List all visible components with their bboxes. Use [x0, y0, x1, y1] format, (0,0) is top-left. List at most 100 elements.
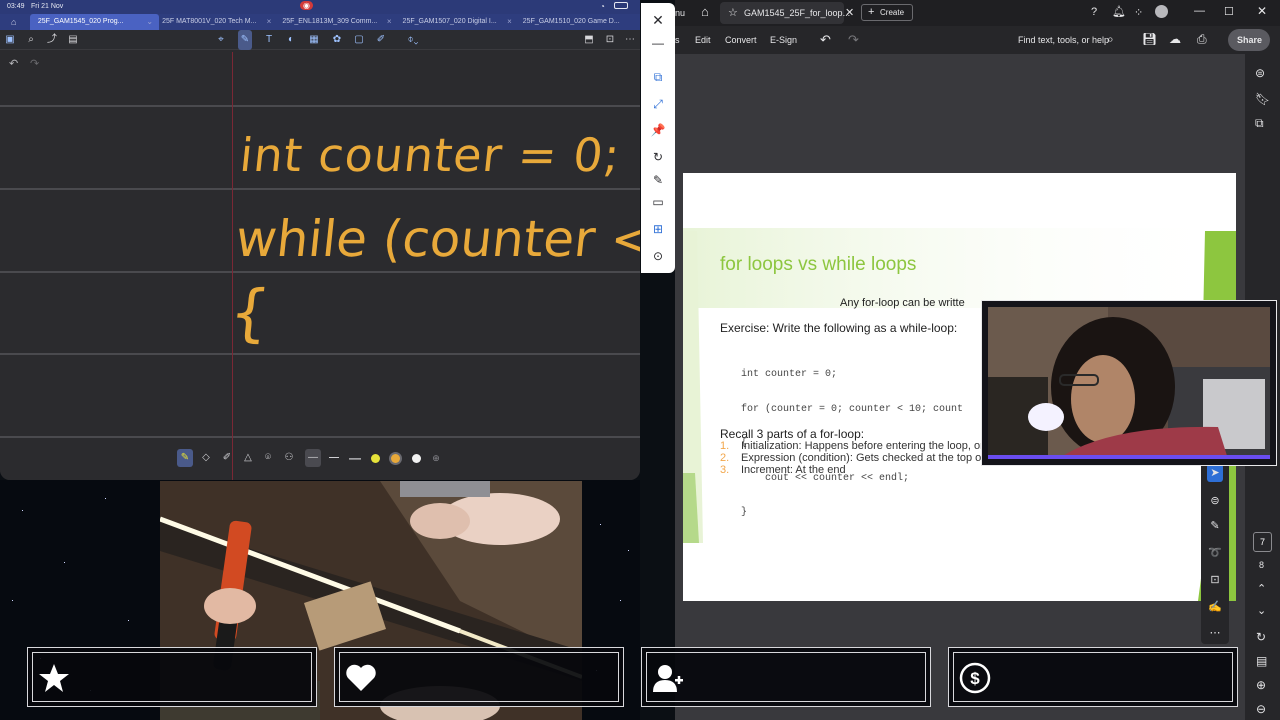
- elements-icon[interactable]: ⚇: [281, 449, 297, 467]
- edit-icon[interactable]: ✎: [649, 171, 667, 189]
- lasso-icon[interactable]: ⌖: [214, 30, 228, 50]
- screen-capture-icon[interactable]: ⧉: [649, 68, 667, 86]
- find-tools-label[interactable]: Find text, tools, or help: [1018, 35, 1109, 45]
- undo-icon[interactable]: ↶: [9, 57, 18, 70]
- list-number: 1.: [720, 440, 730, 452]
- close-icon[interactable]: ×: [507, 17, 512, 26]
- zoom-out-icon[interactable]: ⊖: [1256, 702, 1266, 716]
- more-icon[interactable]: ⋯: [623, 30, 637, 50]
- add-comment-icon[interactable]: ⊜: [1207, 492, 1223, 510]
- color-swatch-selected[interactable]: [391, 454, 400, 463]
- record-icon[interactable]: ⊙: [649, 247, 667, 265]
- minimize-icon[interactable]: —: [649, 34, 667, 52]
- comment-icon[interactable]: ⊜: [1255, 66, 1265, 80]
- add-color-icon[interactable]: ⊕: [428, 449, 444, 467]
- pages-icon[interactable]: ⧉: [1255, 116, 1264, 131]
- redo-icon[interactable]: ↷: [30, 57, 39, 70]
- menu-item-esign[interactable]: E-Sign: [770, 35, 797, 45]
- fullscreen-icon[interactable]: ⤢: [649, 95, 667, 113]
- text-box-icon[interactable]: ⊡: [1207, 571, 1223, 589]
- page-thumbnail-icon[interactable]: ▤: [1256, 654, 1267, 668]
- menu-label-partial[interactable]: nu: [675, 8, 685, 18]
- help-icon[interactable]: ?: [1091, 6, 1097, 18]
- menu-item-convert[interactable]: Convert: [725, 35, 757, 45]
- close-icon[interactable]: ×: [267, 17, 272, 26]
- chevron-down-icon[interactable]: ⌄: [1257, 604, 1266, 617]
- lasso-draw-icon[interactable]: ➰: [1207, 544, 1223, 562]
- highlighter-tool-icon[interactable]: ✐: [219, 449, 235, 467]
- menu-item-partial[interactable]: s: [675, 35, 680, 45]
- add-page-icon[interactable]: ⊡: [603, 30, 617, 50]
- search-icon[interactable]: ⌕: [1107, 32, 1114, 47]
- stroke-medium-icon[interactable]: —: [326, 449, 342, 467]
- star-outline-icon[interactable]: ☆: [728, 6, 738, 19]
- share-icon[interactable]: ⤴: [45, 30, 59, 50]
- note-page[interactable]: ↶ ↷ int counter = 0; while (counter < 10…: [0, 50, 640, 480]
- bell-icon[interactable]: 🔔︎: [1112, 5, 1126, 18]
- tab-enl1813m[interactable]: 25F_ENL1813M_309 Comm... ×: [279, 14, 399, 30]
- rectangle-icon[interactable]: ▭: [649, 193, 667, 211]
- document-tab[interactable]: ☆ GAM1545_25F_for_loop... ✕: [720, 2, 854, 24]
- pin-icon[interactable]: 📌: [649, 121, 667, 139]
- window-close-icon[interactable]: ✕: [1257, 4, 1267, 18]
- highlight-pen-icon[interactable]: ✎: [1207, 517, 1223, 535]
- code-line: }: [741, 507, 748, 518]
- tab-mat8001v[interactable]: 25F MAT8001V_020 Tech M... ×: [159, 14, 279, 30]
- chevron-up-icon[interactable]: ⌃: [1257, 582, 1266, 595]
- close-tab-icon[interactable]: ✕: [845, 6, 854, 19]
- acrobat-titlebar: nu ⌂ ☆ GAM1545_25F_for_loop... ✕ + Creat…: [675, 0, 1280, 26]
- avatar[interactable]: [1155, 5, 1168, 18]
- shapes-icon[interactable]: ◐: [284, 30, 298, 50]
- stroke-thin-icon[interactable]: —: [305, 449, 321, 467]
- note-icon[interactable]: ▢: [352, 30, 366, 50]
- tab-gam1510[interactable]: 25F_GAM1510_020 Game D...: [520, 14, 640, 30]
- lasso-tool-icon[interactable]: ⌾: [260, 449, 276, 467]
- rotate-icon[interactable]: ↻: [649, 148, 667, 166]
- menu-item-edit[interactable]: Edit: [695, 35, 711, 45]
- shape-tool-icon[interactable]: △: [240, 449, 256, 467]
- text-icon[interactable]: T: [262, 30, 276, 50]
- stroke-thick-icon[interactable]: —: [347, 449, 363, 467]
- close-icon[interactable]: ×: [387, 17, 392, 26]
- page-number-current[interactable]: 7: [1253, 532, 1272, 552]
- create-button[interactable]: + Create: [861, 4, 913, 21]
- apps-grid-icon[interactable]: ⁘: [1134, 6, 1143, 19]
- color-swatch[interactable]: [371, 454, 380, 463]
- close-icon[interactable]: ✕: [649, 11, 667, 29]
- svg-text:$: $: [970, 669, 980, 688]
- redo-icon[interactable]: ↷: [848, 32, 859, 48]
- sidebar-icon[interactable]: ▣: [3, 30, 17, 50]
- export-icon[interactable]: ⬒: [582, 30, 596, 50]
- chevron-down-icon[interactable]: ⌄: [146, 17, 153, 26]
- search-icon[interactable]: ⌕: [24, 30, 38, 50]
- upload-cloud-icon[interactable]: ☁: [1169, 32, 1181, 46]
- print-icon[interactable]: ⎙: [1197, 32, 1207, 47]
- sticker-icon[interactable]: ✿: [330, 30, 344, 50]
- eraser-icon[interactable]: ◇: [198, 449, 214, 467]
- image-icon[interactable]: ▦: [307, 30, 321, 50]
- select-cursor-icon[interactable]: ➤: [1207, 464, 1223, 482]
- zoom-in-icon[interactable]: ⊕: [1256, 678, 1266, 692]
- status-date: Fri 21 Nov: [31, 3, 64, 10]
- save-icon[interactable]: 💾︎: [1142, 32, 1157, 46]
- more-tools-icon[interactable]: ⋯: [1207, 624, 1223, 642]
- window-minimize-icon[interactable]: —: [1194, 5, 1205, 17]
- highlighter-icon[interactable]: ✐: [374, 30, 388, 50]
- pen-tool-icon[interactable]: ✎: [177, 449, 193, 467]
- sign-icon[interactable]: ✍: [1207, 598, 1223, 616]
- tab-gam1545[interactable]: 25F_GAM1545_020 Prog... ⌄: [29, 14, 160, 30]
- share-button[interactable]: Share: [1228, 29, 1270, 51]
- tab-gam1507[interactable]: 25F_GAM1507_020 Digital I... ×: [400, 14, 520, 30]
- crop-icon[interactable]: ⊞: [649, 220, 667, 238]
- home-icon[interactable]: ⌂: [701, 4, 709, 19]
- pen-icon[interactable]: ✎: [238, 30, 252, 50]
- undo-icon[interactable]: ↶: [820, 32, 831, 48]
- list-number: 2.: [720, 452, 730, 464]
- color-swatch[interactable]: [412, 454, 421, 463]
- bookmark-icon[interactable]: 🔖︎: [1255, 92, 1270, 106]
- home-tab-icon[interactable]: ⌂: [0, 14, 30, 30]
- microphone-icon[interactable]: ⌽⌄: [402, 30, 424, 50]
- bookmark-icon[interactable]: ▤: [66, 30, 80, 50]
- refresh-icon[interactable]: ↻: [1256, 630, 1266, 644]
- window-maximize-icon[interactable]: ☐: [1224, 5, 1234, 18]
